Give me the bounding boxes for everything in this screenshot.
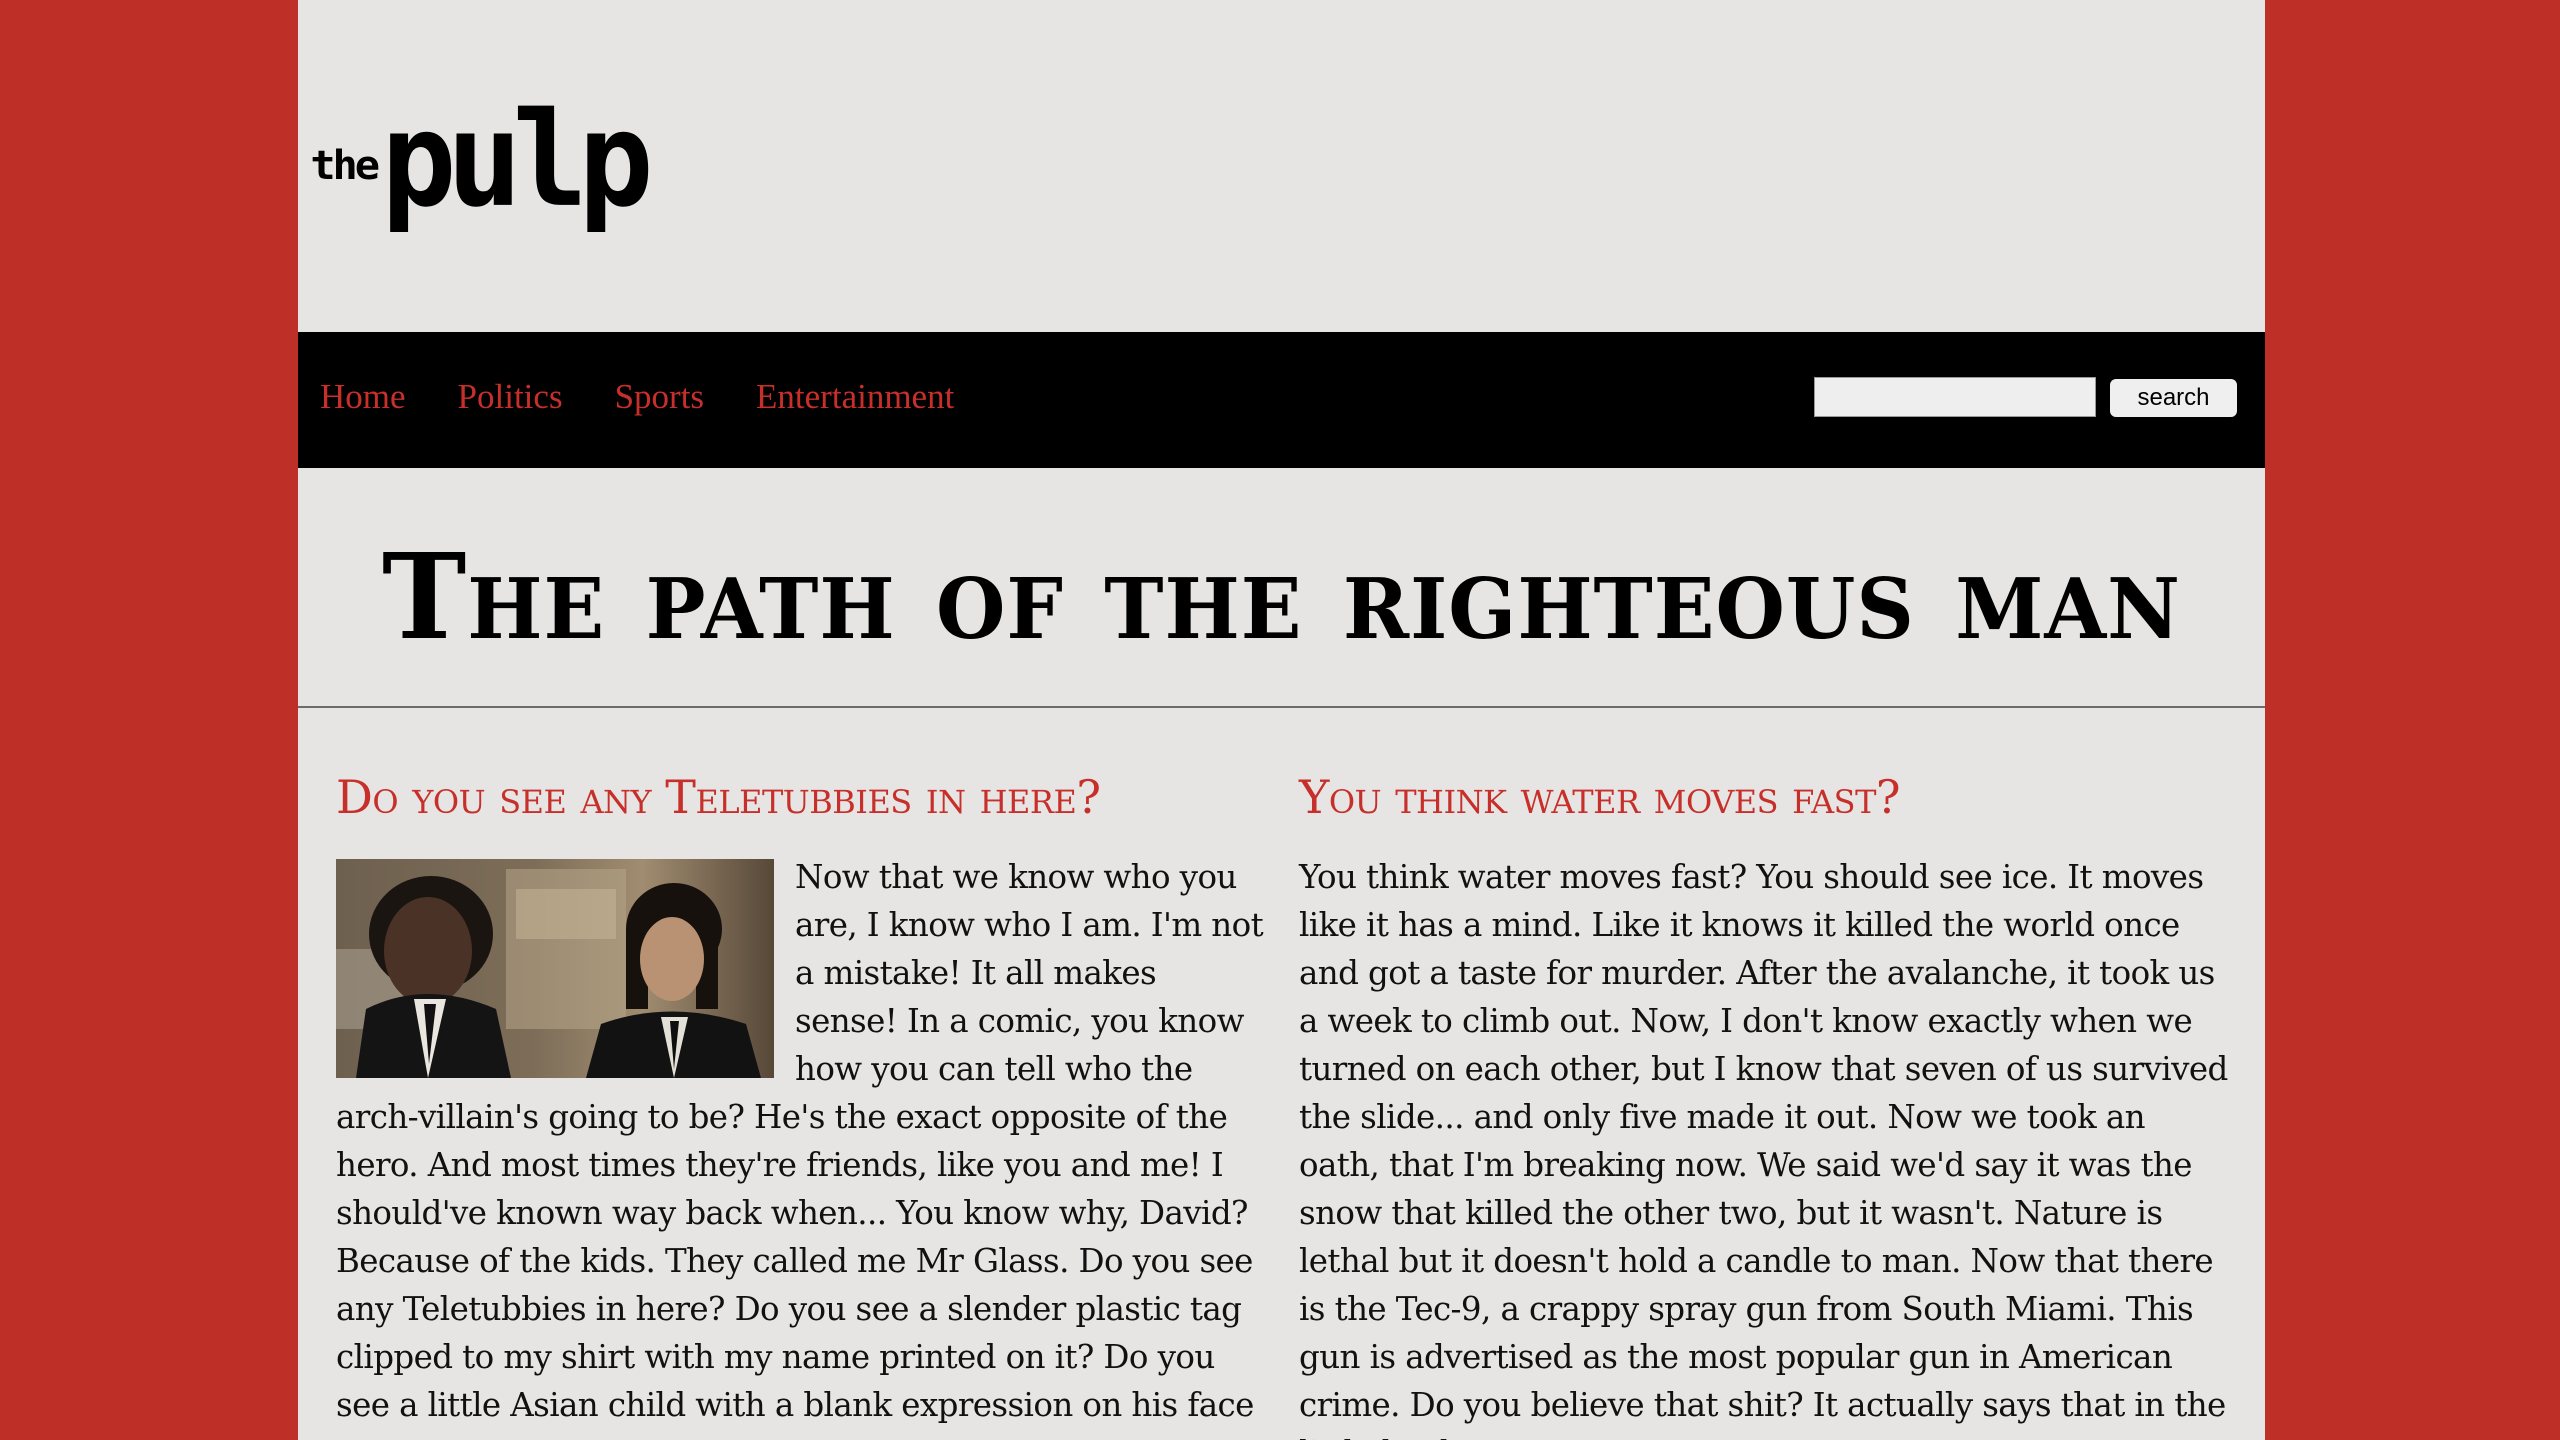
article-left: Do you see any Teletubbies in here? Now … xyxy=(336,770,1266,1429)
logo-the-text: the xyxy=(310,143,380,189)
nav-sports-link[interactable]: Sports xyxy=(615,374,704,420)
search-input[interactable] xyxy=(1814,377,2096,417)
article-right-title[interactable]: You think water moves fast? xyxy=(1299,770,2229,825)
article-right-body: You think water moves fast? You should s… xyxy=(1299,858,2228,1440)
article-left-body: Now that we know who you are, I know who… xyxy=(336,853,1266,1429)
photo-illustration xyxy=(336,859,774,1079)
article-left-title[interactable]: Do you see any Teletubbies in here? xyxy=(336,770,1266,825)
nav-politics-link[interactable]: Politics xyxy=(458,374,563,420)
nav-home-link[interactable]: Home xyxy=(320,374,406,420)
nav-entertainment-link[interactable]: Entertainment xyxy=(756,374,954,420)
navigation-bar: Home Politics Sports Entertainment searc… xyxy=(298,332,2265,468)
two-men-in-suits-photo xyxy=(336,859,774,1079)
site-logo[interactable]: the pulp xyxy=(310,84,654,237)
masthead: the pulp xyxy=(298,0,2265,332)
search-button[interactable]: search xyxy=(2110,379,2237,417)
headline-section: The path of the righteous man xyxy=(298,468,2265,708)
article-right: You think water moves fast? You think wa… xyxy=(1299,770,2229,1440)
page-headline: The path of the righteous man xyxy=(382,527,2181,666)
page-container: the pulp Home Politics Sports Entertainm… xyxy=(298,0,2265,1440)
logo-pulp-text: pulp xyxy=(381,84,654,237)
nav-links: Home Politics Sports Entertainment xyxy=(320,374,954,420)
